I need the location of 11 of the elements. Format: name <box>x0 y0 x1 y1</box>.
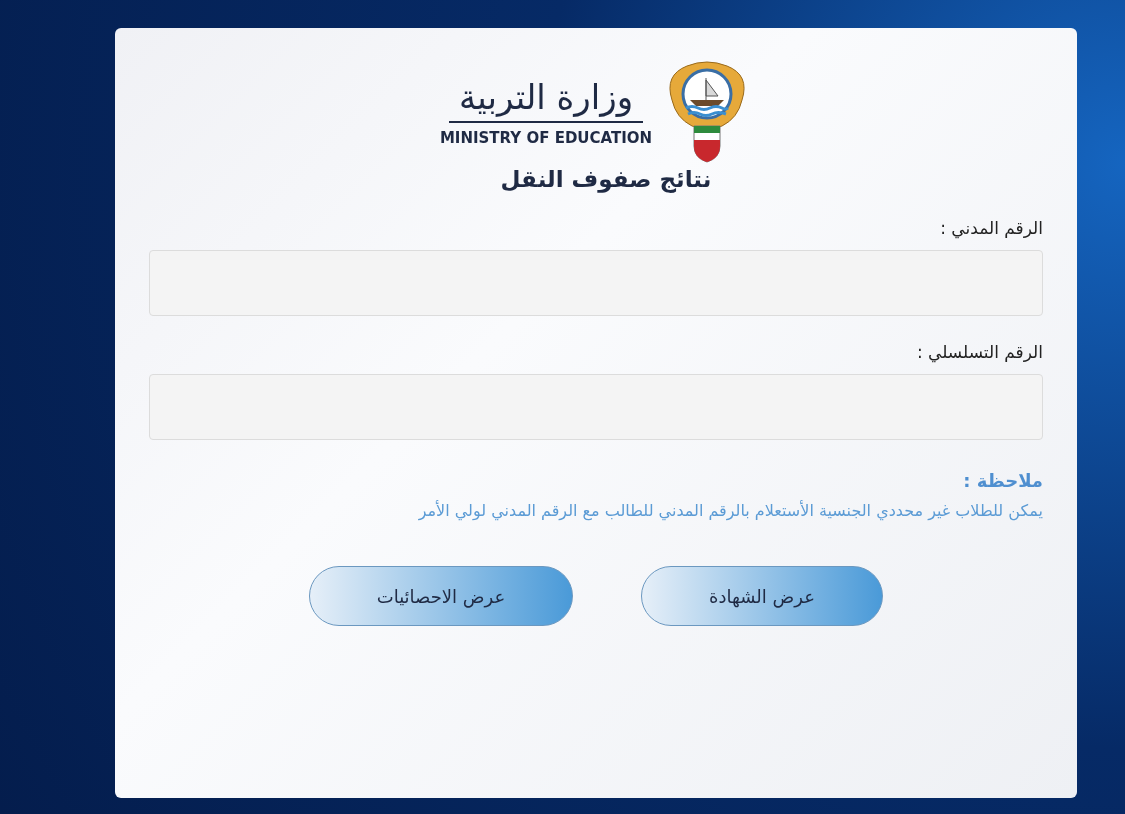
page-title: نتائج صفوف النقل <box>499 166 713 192</box>
input-field[interactable] <box>149 250 1043 316</box>
note-text: يمكن للطلاب غير محددي الجنسية الأستعلام بالرقم المدني للطالب مع الرقم المدني لولي الأمر <box>417 501 1043 520</box>
ministry-name-arabic: وزارة التربية <box>448 76 644 124</box>
ministry-name-english: MINISTRY OF EDUCATION <box>439 129 653 148</box>
field-label: الرقم التسلسلي : <box>915 342 1043 362</box>
action-button[interactable]: عرض الشهادة <box>641 566 883 626</box>
note-heading: ملاحظة : <box>962 470 1043 491</box>
action-button[interactable]: عرض الاحصائيات <box>309 566 573 626</box>
input-field[interactable] <box>149 374 1043 440</box>
field-label: الرقم المدني : <box>939 218 1043 238</box>
